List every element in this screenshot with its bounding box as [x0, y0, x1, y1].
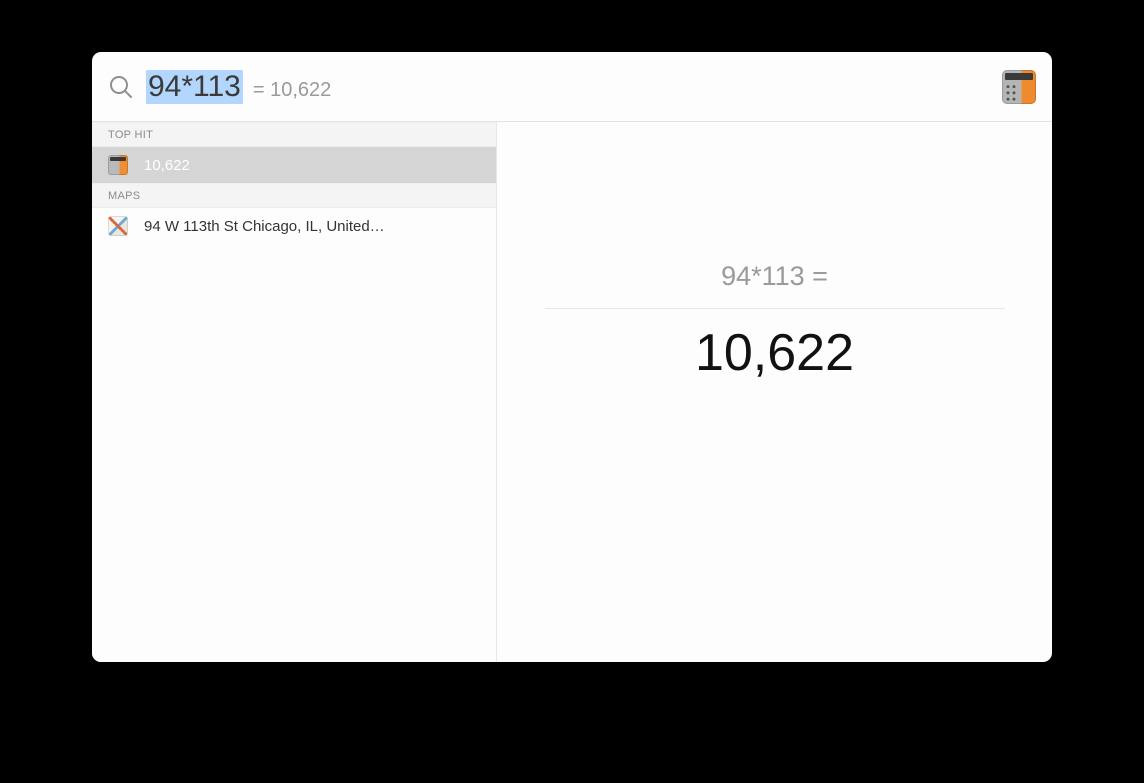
content-body: TOP HIT 10,622 MAPS 94 W 113th St Chicag… [92, 122, 1052, 662]
detail-pane: 94*113 = 10,622 [497, 122, 1052, 662]
result-row-maps[interactable]: 94 W 113th St Chicago, IL, United… [92, 208, 496, 244]
maps-icon [108, 216, 128, 236]
result-row-calculator[interactable]: 10,622 [92, 147, 496, 183]
search-bar: 94*113 = 10,622 [92, 52, 1052, 122]
calc-result: 10,622 [695, 323, 854, 383]
spotlight-window: 94*113 = 10,622 TOP HIT 10,622 MAPS 94 W… [92, 52, 1052, 662]
calculator-icon [108, 155, 128, 175]
section-header-top-hit: TOP HIT [92, 122, 496, 147]
section-header-maps: MAPS [92, 183, 496, 208]
search-inline-result: = 10,622 [253, 79, 331, 102]
result-label: 10,622 [144, 157, 190, 174]
search-query-text: 94*113 [146, 70, 243, 104]
divider [545, 308, 1005, 309]
search-input[interactable]: 94*113 = 10,622 [146, 70, 1002, 104]
search-icon [108, 74, 134, 100]
calc-expression: 94*113 = [721, 261, 828, 308]
results-sidebar: TOP HIT 10,622 MAPS 94 W 113th St Chicag… [92, 122, 497, 662]
calculator-icon [1002, 70, 1036, 104]
result-label: 94 W 113th St Chicago, IL, United… [144, 218, 385, 235]
